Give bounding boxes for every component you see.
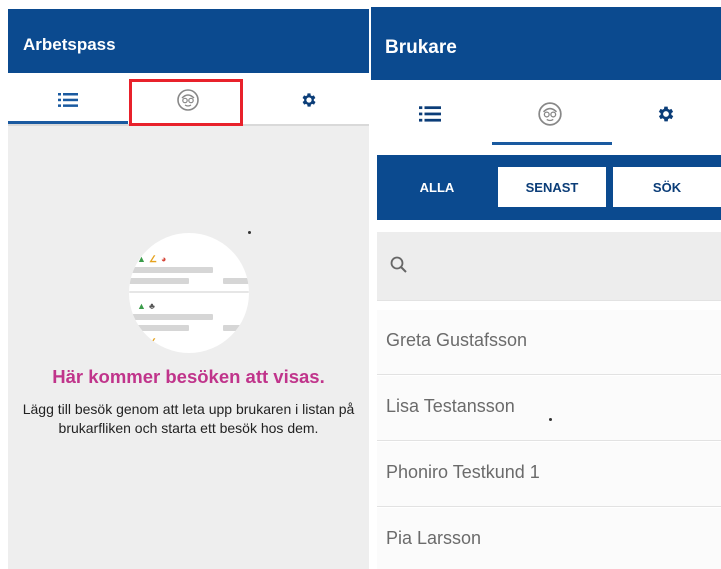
pen-icon: ∠ (149, 254, 158, 264)
brukare-screen: Brukare ALLA SENAST SÖK Greta Gustafsson… (371, 7, 721, 569)
search-input[interactable] (421, 250, 715, 284)
tab-list[interactable] (8, 73, 128, 126)
gear-icon (302, 92, 316, 107)
home-icon: ▲ (137, 301, 146, 311)
tab-settings[interactable] (248, 73, 369, 126)
placeholder-bar (129, 278, 189, 284)
screen-title: Arbetspass (23, 35, 116, 54)
highlight-box (129, 79, 243, 126)
tab-bar (371, 80, 721, 147)
gear-icon (658, 106, 674, 121)
placeholder-bar (129, 267, 213, 273)
pie-icon: ◕ (161, 254, 167, 264)
tab-brukare[interactable] (489, 80, 611, 147)
app-bar: Arbetspass (8, 9, 369, 73)
placeholder-bar (129, 325, 189, 331)
client-name: Pia Larsson (386, 528, 482, 548)
home-icon: ▲ (137, 254, 146, 264)
divider (129, 291, 249, 293)
client-name: Greta Gustafsson (386, 330, 528, 350)
client-row[interactable]: Pia Larsson (377, 508, 721, 569)
search-icon (390, 256, 407, 273)
arbetspass-screen: Arbetspass ▲ ∠ ◕ ▲ ♣ ∠ Här kommer besöke… (8, 9, 369, 569)
filter-segmented-control: ALLA SENAST SÖK (377, 155, 721, 220)
screen-title: Brukare (385, 37, 457, 58)
search-bar (377, 232, 721, 301)
filter-search-button[interactable]: SÖK (613, 167, 721, 207)
app-bar: Brukare (371, 7, 721, 80)
speck (549, 418, 552, 421)
client-row[interactable]: Lisa Testansson (377, 376, 721, 441)
filter-recent-button[interactable]: SENAST (498, 167, 606, 207)
pen-icon: ∠ (149, 337, 158, 347)
list-icon (58, 92, 78, 107)
empty-state-body: Lägg till besök genom att leta upp bruka… (22, 401, 355, 436)
list-icon (419, 105, 441, 122)
filter-all-button[interactable]: ALLA (377, 167, 497, 207)
placeholder-bar (223, 278, 249, 284)
tab-indicator (492, 142, 612, 145)
people-icon: ♣ (149, 301, 155, 311)
placeholder-bar (223, 325, 249, 331)
tab-settings[interactable] (611, 80, 721, 147)
user-face-icon (538, 101, 562, 126)
client-row[interactable]: Greta Gustafsson (377, 310, 721, 375)
client-row[interactable]: Phoniro Testkund 1 (377, 442, 721, 507)
client-name: Phoniro Testkund 1 (386, 462, 540, 482)
placeholder-bar (129, 314, 213, 320)
tab-list[interactable] (371, 80, 489, 147)
speck (248, 231, 251, 234)
empty-state-heading: Här kommer besöken att visas. (52, 366, 325, 387)
empty-state-illustration: ▲ ∠ ◕ ▲ ♣ ∠ (129, 233, 249, 353)
client-name: Lisa Testansson (386, 396, 515, 416)
